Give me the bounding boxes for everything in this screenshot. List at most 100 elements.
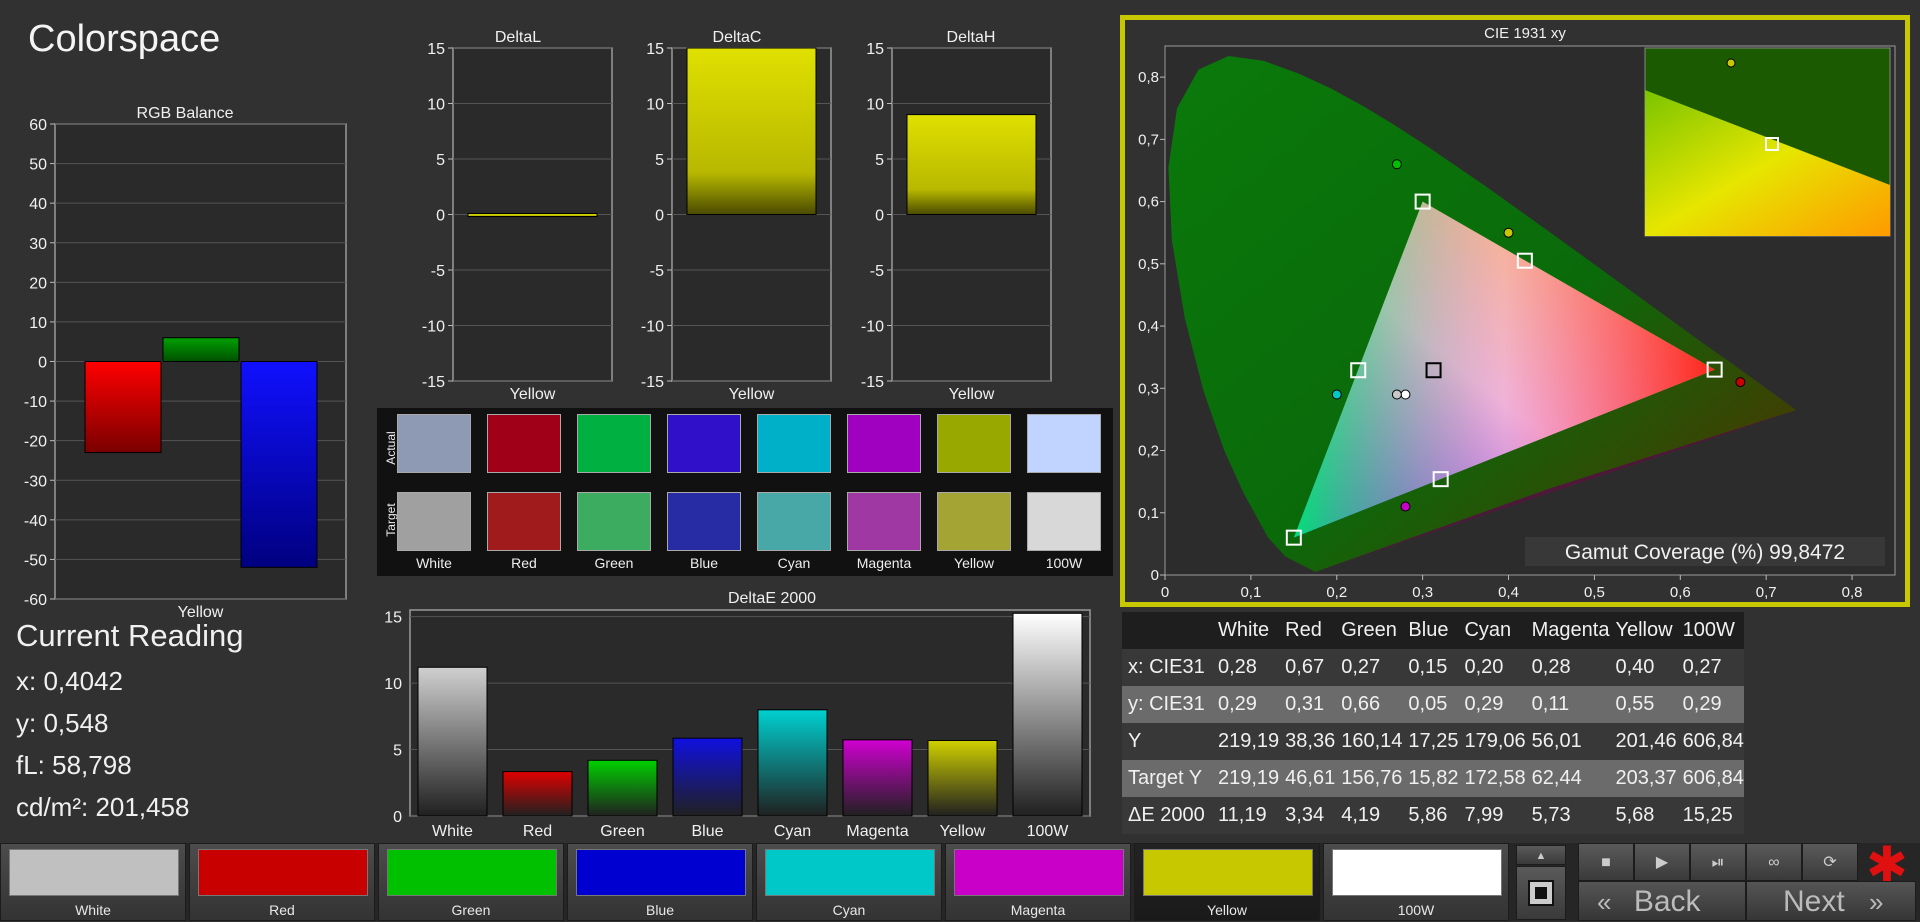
delta-e-bar: [502, 771, 573, 817]
color-button-cyan[interactable]: Cyan: [756, 843, 942, 921]
x-tick-label: Red: [523, 823, 552, 840]
table-header: 100W: [1682, 619, 1735, 641]
table-cell: 0,29: [1682, 693, 1722, 715]
stop-square-button[interactable]: [1516, 866, 1566, 920]
loop-button[interactable]: ∞: [1746, 843, 1802, 881]
y-tick-label: -10: [24, 394, 47, 411]
y-tick-label: -15: [641, 374, 664, 391]
row-label-actual: Actual: [384, 431, 398, 465]
data-table: White Red Green Blue Cyan Magenta Yellow 100W x…: [1122, 612, 1744, 834]
color-chip: [387, 849, 557, 896]
loop-icon: ∞: [1768, 854, 1780, 871]
stop-button[interactable]: ■: [1578, 843, 1634, 881]
table-row: Y 219,19 38,36 160,14 17,25 179,06 56,01 201,46…: [1122, 723, 1744, 760]
x-tick-label: 0,2: [1326, 584, 1347, 601]
next-chevron-icon: »: [1869, 887, 1884, 917]
table-cell: 11,19: [1218, 804, 1267, 826]
y-tick-label: -60: [24, 592, 47, 609]
color-button-magenta[interactable]: Magenta: [945, 843, 1131, 921]
delta-e-bar: [587, 759, 658, 817]
current-reading-heading: Current Reading: [16, 618, 244, 653]
x-tick-label: 0,4: [1498, 584, 1519, 601]
color-button-label: Green: [451, 902, 491, 918]
delta-e-chart: 15 10 5 0 DeltaE 2000 White Red Green Blue Cyan Ma…: [384, 590, 1091, 840]
y-tick-label: 15: [646, 41, 664, 58]
swatch-target: [667, 492, 741, 551]
y-tick-label: 15: [866, 41, 884, 58]
y-tick-label: 0,3: [1138, 380, 1159, 397]
delta-e-bar: [927, 740, 998, 817]
y-tick-label: -5: [650, 263, 664, 280]
scroll-up-icon[interactable]: ▲: [1516, 845, 1566, 865]
table-header: Magenta: [1531, 619, 1610, 641]
color-button-label: Cyan: [832, 902, 866, 918]
y-tick-label: 0: [1151, 567, 1159, 584]
swatch-actual: [757, 414, 831, 473]
table-cell: 203,37: [1615, 767, 1677, 789]
table-cell: 0,31: [1285, 693, 1325, 715]
color-chip: [9, 849, 179, 896]
y-tick-label: 0: [38, 355, 47, 372]
x-tick-label: Blue: [691, 823, 723, 840]
back-button[interactable]: « Back: [1578, 881, 1746, 921]
cie-chart-frame[interactable]: CIE 1931 xy 0 0,1 0,2 0,3 0,4 0,5 0,6 0,7 0,8 0 0,1…: [1120, 15, 1910, 607]
x-tick-label: Magenta: [846, 823, 908, 840]
y-tick-label: 15: [384, 610, 402, 627]
measured-point: [1503, 227, 1514, 238]
y-tick-label: 0,2: [1138, 443, 1159, 460]
swatch-actual: [397, 414, 471, 473]
y-tick-label: -40: [24, 513, 47, 530]
color-chip: [1143, 849, 1313, 896]
next-button[interactable]: Next »: [1746, 881, 1916, 921]
swatch-target: [757, 492, 831, 551]
color-button-green[interactable]: Green: [378, 843, 564, 921]
y-tick-label: 0,5: [1138, 256, 1159, 273]
color-button-blue[interactable]: Blue: [567, 843, 753, 921]
chart-title: DeltaH: [947, 29, 996, 46]
swatch-label: Blue: [689, 555, 719, 571]
y-tick-label: 40: [29, 196, 47, 213]
bar-series-1: [162, 337, 240, 362]
y-tick-label: 30: [29, 236, 47, 253]
back-chevron-icon: «: [1597, 887, 1612, 917]
color-button-yellow[interactable]: Yellow: [1134, 843, 1320, 921]
table-header: Green: [1341, 619, 1397, 641]
reading-y: y: 0,548: [16, 708, 109, 738]
table-cell: 219,19: [1218, 730, 1280, 752]
color-button-red[interactable]: Red: [189, 843, 375, 921]
step-button[interactable]: ⏯: [1690, 843, 1746, 881]
inset-measured-point: [1726, 58, 1736, 68]
color-chip: [954, 849, 1124, 896]
measured-point: [1400, 501, 1411, 512]
table-cell: 0,28: [1531, 656, 1571, 678]
play-button[interactable]: ▶: [1634, 843, 1690, 881]
color-button-100w[interactable]: 100W: [1323, 843, 1509, 921]
color-button-white[interactable]: White: [0, 843, 186, 921]
color-button-label: Magenta: [1010, 902, 1066, 918]
chart-title: CIE 1931 xy: [1484, 25, 1566, 42]
step-icon: ⏯: [1711, 854, 1725, 871]
table-cell: Y: [1128, 730, 1142, 752]
table-row: x: CIE31 0,28 0,67 0,27 0,15 0,20 0,28 0,40 0,27: [1122, 649, 1744, 686]
color-button-label: White: [75, 902, 111, 918]
table-header: White: [1218, 619, 1270, 641]
color-chip: [1332, 849, 1502, 896]
table-cell: 62,44: [1531, 767, 1582, 789]
table-row: ΔE 2000 11,19 3,34 4,19 5,86 7,99 5,73 5,68 15,2…: [1122, 797, 1744, 834]
delta-h-chart: 15 10 5 0 -5 -10 -15 DeltaH Yellow: [861, 29, 1052, 403]
table-cell: 0,29: [1464, 693, 1504, 715]
delta-c-chart: 15 10 5 0 -5 -10 -15 DeltaC Yellow: [641, 29, 832, 403]
table-cell: 7,99: [1464, 804, 1504, 826]
table-cell: 179,06: [1464, 730, 1526, 752]
x-tick-label: 0,3: [1412, 584, 1433, 601]
table-header: Red: [1285, 619, 1322, 641]
refresh-button[interactable]: ⟳: [1802, 843, 1858, 881]
color-button-label: Red: [269, 902, 295, 918]
table-cell: 160,14: [1341, 730, 1403, 752]
y-tick-label: -10: [641, 319, 664, 336]
table-cell: 5,73: [1531, 804, 1571, 826]
y-tick-label: 10: [384, 676, 402, 693]
y-tick-label: 0,6: [1138, 194, 1159, 211]
x-tick-label: 0,5: [1584, 584, 1605, 601]
swatch-target: [847, 492, 921, 551]
